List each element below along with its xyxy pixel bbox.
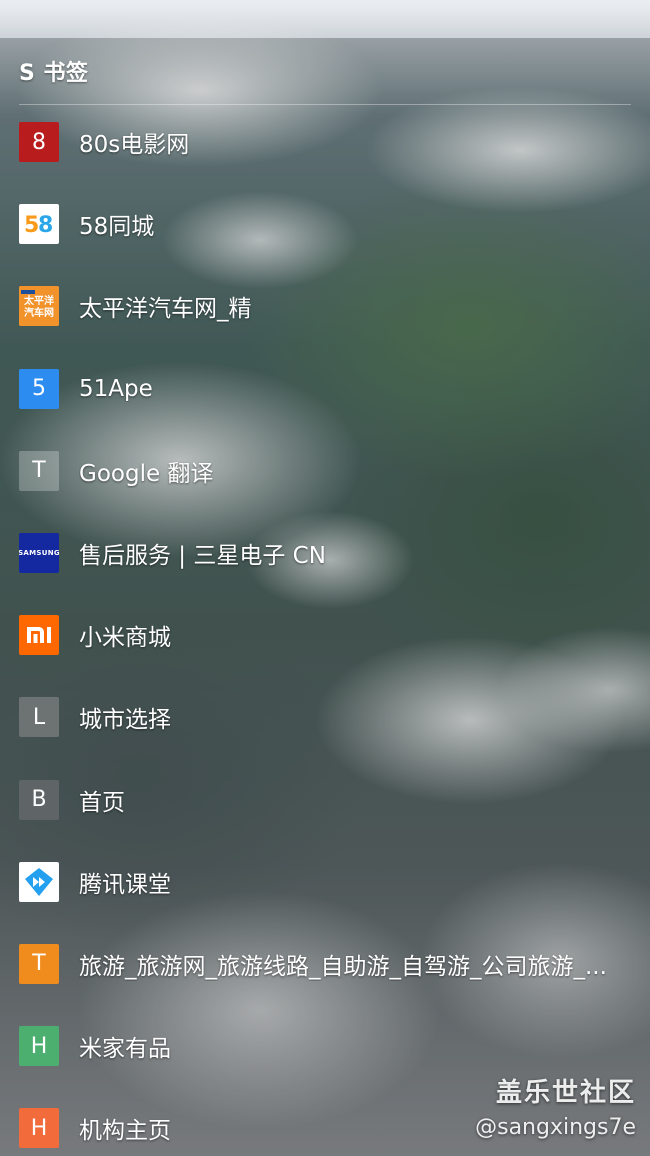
58tongcheng-logo-icon: 5 8 [19,204,59,245]
bookmark-label: 首页 [79,789,125,816]
letter-t-orange-icon: T [19,943,59,984]
bookmark-label: 58同城 [79,214,155,241]
bookmark-label: 城市选择 [79,707,171,734]
bookmark-label: 80s电影网 [79,132,190,159]
bookmarks-header: S 书签 [0,38,650,104]
svg-text:太平洋: 太平洋 [23,294,54,307]
letter-t-icon: T [19,450,59,491]
tencent-classroom-logo-icon [19,861,59,902]
bookmark-item-pcauto[interactable]: 太平洋 汽车网 太平洋汽车网_精 [0,265,650,347]
pcauto-logo-icon: 太平洋 汽车网 [19,286,59,327]
bookmark-label: 51Ape [79,375,153,402]
bookmark-item-51ape[interactable]: 5 51Ape [0,348,650,430]
bookmark-label: 旅游_旅游网_旅游线路_自助游_自驾游_公司旅游_... [79,953,607,980]
samsung-logo-text: SAMSUNG [19,549,59,558]
bookmark-label: Google 翻译 [79,460,214,487]
bookmark-item-travel[interactable]: T 旅游_旅游网_旅游线路_自助游_自驾游_公司旅游_... [0,923,650,1005]
letter-5-icon: 5 [19,368,59,409]
bookmark-item-xiaomi-mall[interactable]: 小米商城 [0,594,650,676]
bookmark-item-city-select[interactable]: L 城市选择 [0,676,650,758]
bookmark-label: 售后服务 | 三星电子 CN [79,543,326,570]
watermark-community-name: 盖乐世社区 [495,1078,636,1108]
svg-text:汽车网: 汽车网 [24,306,54,319]
letter-h-orange-icon: H [19,1108,59,1149]
bookmark-label: 米家有品 [79,1036,171,1063]
bookmark-item-80s[interactable]: 8 80s电影网 [0,101,650,183]
letter-h-green-icon: H [19,1026,59,1067]
samsung-logo-icon: SAMSUNG [19,533,59,574]
page-title: S 书签 [19,61,89,86]
svg-text:8: 8 [38,213,53,238]
bookmark-item-home[interactable]: B 首页 [0,759,650,841]
bookmark-list: 8 80s电影网 5 8 58同城 太平洋 汽车网 太平洋汽车网_精 5 51A… [0,101,650,1156]
bookmark-item-samsung-service[interactable]: SAMSUNG 售后服务 | 三星电子 CN [0,512,650,594]
bookmark-item-58tongcheng[interactable]: 5 8 58同城 [0,183,650,265]
bookmark-item-google-translate[interactable]: T Google 翻译 [0,430,650,512]
watermark: 盖乐世社区 @sangxings7e [475,1072,636,1140]
bookmark-label: 腾讯课堂 [79,871,171,898]
bookmark-item-tencent-classroom[interactable]: 腾讯课堂 [0,841,650,923]
bookmark-label: 太平洋汽车网_精 [79,296,252,323]
status-bar-area [0,0,650,38]
bookmark-label: 小米商城 [79,625,171,652]
xiaomi-logo-icon [19,615,59,656]
letter-b-icon: B [19,779,59,820]
watermark-username: @sangxings7e [475,1115,636,1140]
letter-l-icon: L [19,697,59,738]
letter-8-icon: 8 [19,122,59,163]
